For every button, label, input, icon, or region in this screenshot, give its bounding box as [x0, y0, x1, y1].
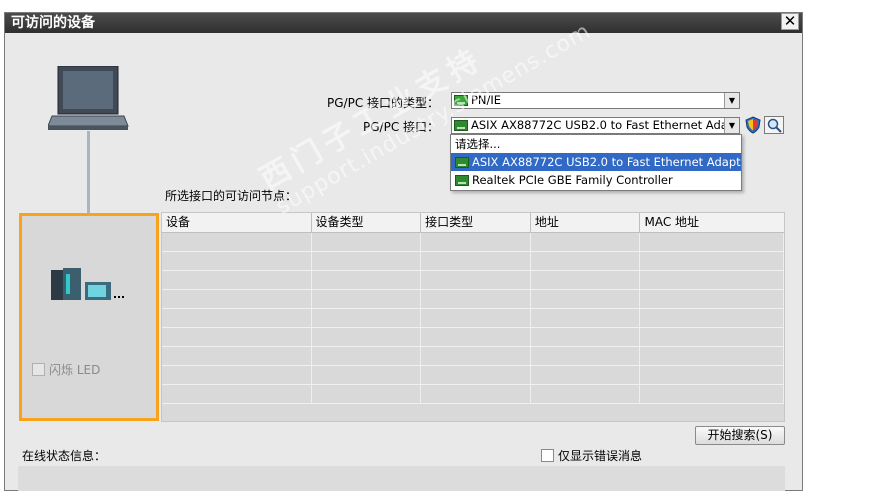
flash-led-label: 闪烁 LED: [49, 363, 101, 377]
column-header-address[interactable]: 地址: [531, 213, 641, 232]
table-row[interactable]: [162, 328, 784, 347]
checkbox-box[interactable]: [32, 363, 45, 376]
pn-ie-icon: [454, 95, 468, 106]
shield-icon[interactable]: [745, 116, 761, 134]
table-header: 设备 设备类型 接口类型 地址 MAC 地址: [162, 213, 784, 233]
option-label: 请选择...: [455, 137, 501, 151]
dialog-titlebar: 可访问的设备: [5, 13, 802, 33]
chevron-down-icon[interactable]: ▼: [724, 93, 739, 108]
table-row[interactable]: [162, 366, 784, 385]
errors-only-checkbox[interactable]: 仅显示错误消息: [541, 447, 642, 464]
dialog-title: 可访问的设备: [11, 15, 95, 31]
interface-select[interactable]: ASIX AX88772C USB2.0 to Fast Ethernet Ad…: [451, 117, 740, 134]
device-preview-panel: 闪烁 LED: [19, 213, 159, 421]
plc-device-icon: [51, 268, 124, 300]
diagnostics-button[interactable]: [764, 116, 784, 134]
close-button[interactable]: ✕: [781, 13, 799, 30]
network-adapter-icon: [455, 175, 469, 186]
pg-pc-laptop-icon: [48, 66, 129, 130]
network-adapter-icon: [454, 120, 468, 131]
table-row[interactable]: [162, 347, 784, 366]
network-adapter-icon: [455, 157, 469, 168]
column-header-interface-type[interactable]: 接口类型: [421, 213, 531, 232]
flash-led-checkbox[interactable]: 闪烁 LED: [32, 361, 100, 378]
errors-only-label: 仅显示错误消息: [558, 449, 643, 463]
table-row[interactable]: [162, 233, 784, 252]
accessible-nodes-label: 所选接口的可访问节点：: [165, 189, 298, 203]
option-label: ASIX AX88772C USB2.0 to Fast Ethernet Ad…: [472, 155, 741, 169]
column-header-device-type[interactable]: 设备类型: [312, 213, 422, 232]
accessible-nodes-table[interactable]: 设备 设备类型 接口类型 地址 MAC 地址: [161, 212, 785, 422]
column-header-mac-address[interactable]: MAC 地址: [640, 213, 784, 232]
magnifier-icon: [767, 118, 782, 133]
table-row[interactable]: [162, 252, 784, 271]
checkbox-box[interactable]: [541, 449, 554, 462]
table-row[interactable]: [162, 271, 784, 290]
option-label: Realtek PCIe GBE Family Controller: [472, 173, 673, 187]
interface-type-label: PG/PC 接口的类型：: [327, 96, 440, 110]
online-status-area: [18, 466, 785, 491]
interface-type-select[interactable]: PN/IE ▼: [451, 92, 740, 109]
dropdown-option-asix[interactable]: ASIX AX88772C USB2.0 to Fast Ethernet Ad…: [451, 153, 741, 171]
chevron-down-icon[interactable]: ▼: [724, 118, 739, 133]
table-row[interactable]: [162, 309, 784, 328]
interface-value: ASIX AX88772C USB2.0 to Fast Ethernet Ad…: [471, 118, 739, 132]
table-row[interactable]: [162, 385, 784, 404]
column-header-device[interactable]: 设备: [162, 213, 312, 232]
dropdown-option-placeholder[interactable]: 请选择...: [451, 135, 741, 153]
table-row[interactable]: [162, 290, 784, 309]
interface-label: PG/PC 接口：: [363, 120, 440, 134]
dropdown-option-realtek[interactable]: Realtek PCIe GBE Family Controller: [451, 171, 741, 189]
interface-type-value: PN/IE: [471, 93, 502, 107]
start-search-button[interactable]: 开始搜索(S): [695, 426, 785, 445]
interface-dropdown-list[interactable]: 请选择... ASIX AX88772C USB2.0 to Fast Ethe…: [450, 134, 742, 191]
online-status-label: 在线状态信息：: [22, 449, 107, 463]
